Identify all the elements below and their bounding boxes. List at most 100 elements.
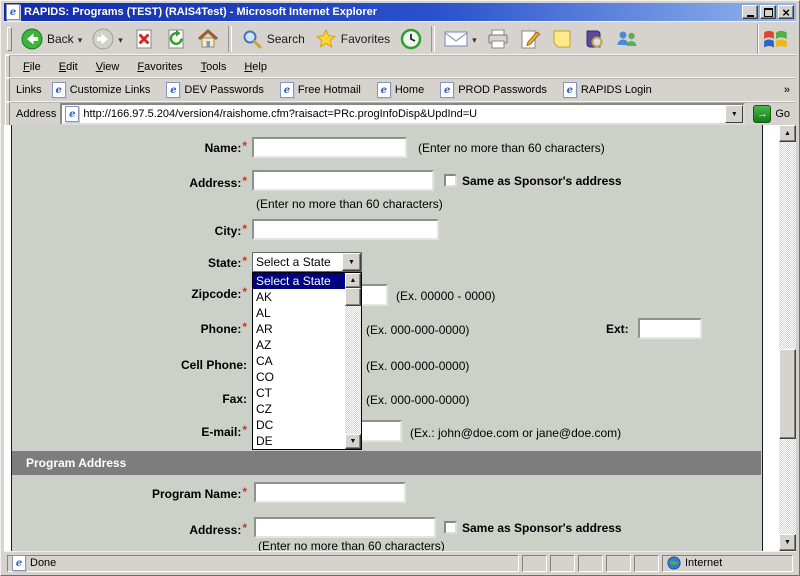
security-zone-pane: Internet — [662, 555, 793, 572]
ext-label: Ext: — [606, 322, 629, 336]
link-free-hotmail[interactable]: Free Hotmail — [280, 82, 361, 98]
back-dropdown-arrow-icon[interactable] — [78, 32, 83, 46]
toolbar-grip[interactable] — [7, 27, 12, 51]
menu-file[interactable]: File — [14, 58, 50, 76]
edit-button[interactable] — [514, 25, 546, 53]
state-option[interactable]: DC — [253, 417, 345, 433]
menu-view[interactable]: View — [87, 58, 129, 76]
status-bar: Done Internet — [4, 551, 796, 574]
ie-app-icon[interactable] — [6, 4, 20, 20]
address-field-input[interactable] — [252, 170, 434, 191]
forward-dropdown-arrow-icon[interactable] — [118, 32, 123, 46]
state-option[interactable]: AL — [253, 305, 345, 321]
mail-button[interactable] — [439, 27, 482, 51]
discuss-button[interactable] — [546, 25, 578, 53]
state-option[interactable]: DE — [253, 433, 345, 449]
program-name-input[interactable] — [254, 482, 406, 503]
scroll-up-button[interactable] — [779, 125, 796, 142]
state-option[interactable]: CT — [253, 385, 345, 401]
status-pane — [634, 555, 659, 572]
state-option[interactable]: Select a State — [253, 273, 345, 289]
print-button[interactable] — [482, 25, 514, 53]
home-button[interactable] — [192, 25, 224, 53]
link-prod-passwords[interactable]: PROD Passwords — [440, 82, 547, 98]
state-option[interactable]: CO — [253, 369, 345, 385]
favorites-button[interactable]: Favorites — [310, 25, 395, 53]
state-dropdown-button[interactable] — [342, 253, 361, 271]
state-list-scrollbar[interactable] — [345, 273, 361, 449]
scrollbar-thumb[interactable] — [345, 288, 361, 306]
menu-edit[interactable]: Edit — [50, 58, 87, 76]
ie-page-icon — [65, 106, 79, 122]
address-field-label: Address:* — [44, 176, 247, 190]
search-button[interactable]: Search — [236, 25, 310, 53]
name-label: Name:* — [44, 141, 247, 155]
back-button[interactable]: Back — [16, 25, 87, 53]
state-select[interactable]: Select a State — [252, 252, 362, 272]
history-button[interactable] — [395, 25, 427, 53]
program-address-note: (Enter no more than 60 characters) — [258, 539, 445, 551]
state-option[interactable]: AZ — [253, 337, 345, 353]
name-input[interactable] — [252, 137, 407, 158]
home-icon — [197, 28, 219, 50]
stop-button[interactable] — [128, 25, 160, 53]
ie-favicon — [280, 82, 294, 98]
ie-favicon — [377, 82, 391, 98]
restore-button[interactable] — [760, 5, 776, 19]
scrollbar-thumb[interactable] — [779, 349, 796, 439]
address-input[interactable]: http://166.97.5.204/version4/raishome.cf… — [60, 103, 745, 125]
forward-icon — [92, 28, 114, 50]
go-label: Go — [775, 108, 790, 120]
menu-help[interactable]: Help — [235, 58, 276, 76]
status-pane — [606, 555, 631, 572]
linksbar-grip[interactable] — [5, 78, 10, 102]
menubar-grip[interactable] — [5, 55, 10, 79]
link-label: DEV Passwords — [184, 84, 263, 96]
state-option[interactable]: CA — [253, 353, 345, 369]
scroll-down-button[interactable] — [779, 534, 796, 551]
link-label: Customize Links — [70, 84, 151, 96]
close-button[interactable] — [778, 5, 794, 19]
messenger-button[interactable] — [610, 25, 644, 53]
refresh-button[interactable] — [160, 25, 192, 53]
go-button[interactable]: Go — [745, 105, 796, 123]
research-button[interactable] — [578, 25, 610, 53]
program-address-input[interactable] — [254, 517, 436, 538]
state-option[interactable]: AR — [253, 321, 345, 337]
state-option[interactable]: AK — [253, 289, 345, 305]
ext-input[interactable] — [638, 318, 702, 339]
title-bar[interactable]: RAPIDS: Programs (TEST) (RAIS4Test) - Mi… — [4, 3, 796, 21]
link-home[interactable]: Home — [377, 82, 424, 98]
mail-dropdown-arrow-icon[interactable] — [472, 32, 477, 46]
forward-button[interactable] — [87, 25, 128, 53]
state-option[interactable]: CZ — [253, 401, 345, 417]
same-as-sponsor-checkbox[interactable] — [444, 174, 457, 187]
vertical-scrollbar[interactable] — [779, 125, 796, 551]
search-label: Search — [267, 32, 305, 46]
menu-favorites[interactable]: Favorites — [128, 58, 191, 76]
link-dev-passwords[interactable]: DEV Passwords — [166, 82, 263, 98]
address-dropdown-button[interactable] — [725, 105, 743, 123]
cell-phone-note: (Ex. 000-000-0000) — [366, 359, 469, 373]
addressbar-grip[interactable] — [5, 102, 10, 126]
links-overflow-chevron[interactable]: » — [784, 84, 790, 96]
link-customize-links[interactable]: Customize Links — [52, 82, 151, 98]
back-label: Back — [47, 32, 74, 46]
ie-favicon — [52, 82, 66, 98]
program-same-as-sponsor-label: Same as Sponsor's address — [462, 521, 622, 535]
status-pane — [522, 555, 547, 572]
program-name-label: Program Name:* — [44, 487, 247, 501]
city-input[interactable] — [252, 219, 439, 240]
email-label: E-mail:* — [44, 425, 247, 439]
link-rapids-login[interactable]: RAPIDS Login — [563, 82, 652, 98]
program-same-as-sponsor-checkbox[interactable] — [444, 521, 457, 534]
scroll-up-button[interactable] — [345, 273, 361, 288]
status-message-pane: Done — [7, 555, 519, 572]
menu-tools[interactable]: Tools — [192, 58, 236, 76]
page-content: Name:* (Enter no more than 60 characters… — [4, 125, 796, 551]
minimize-button[interactable] — [742, 5, 758, 19]
status-text: Done — [30, 557, 56, 569]
zone-text: Internet — [685, 557, 722, 569]
links-label: Links — [16, 84, 42, 96]
scroll-down-button[interactable] — [345, 434, 361, 449]
